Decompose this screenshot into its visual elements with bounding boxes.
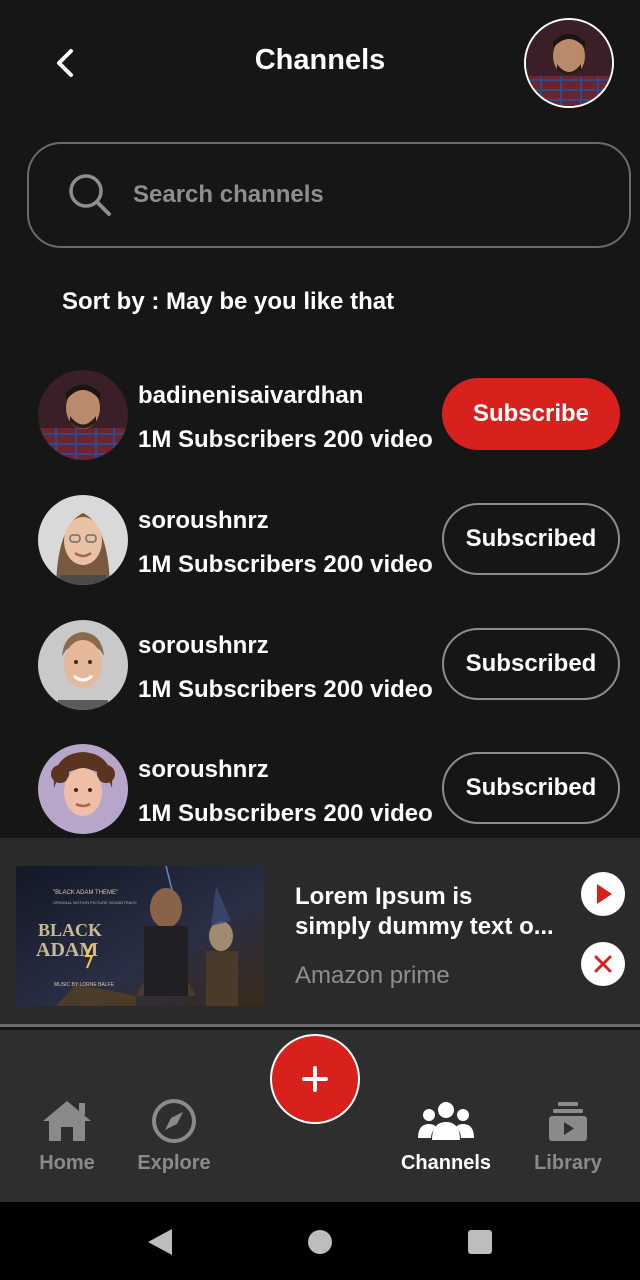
channel-row[interactable]: soroushnrz 1M Subscribers 200 video Subs… bbox=[0, 495, 640, 595]
channel-avatar[interactable] bbox=[38, 495, 128, 585]
thumb-title-1: BLACK bbox=[38, 920, 102, 940]
nav-item-library[interactable]: Library bbox=[513, 1096, 623, 1175]
search-box[interactable] bbox=[27, 142, 631, 248]
channel-name: soroushnrz bbox=[138, 507, 269, 534]
nav-item-channels[interactable]: Channels bbox=[391, 1096, 501, 1175]
search-icon bbox=[69, 174, 111, 216]
plus-icon bbox=[302, 1066, 328, 1092]
divider bbox=[0, 1024, 640, 1027]
channel-row[interactable]: soroushnrz 1M Subscribers 200 video Subs… bbox=[0, 620, 640, 720]
subscribed-button[interactable]: Subscribed bbox=[442, 628, 620, 700]
channel-avatar[interactable] bbox=[38, 620, 128, 710]
mini-player[interactable]: "BLACK ADAM THEME" ORIGINAL MOTION PICTU… bbox=[0, 838, 640, 1024]
system-back-button[interactable] bbox=[142, 1224, 178, 1260]
channel-meta: 1M Subscribers 200 video bbox=[138, 426, 433, 453]
thumb-tagline-2: ORIGINAL MOTION PICTURE SOUNDTRACK bbox=[53, 900, 137, 905]
channel-avatar[interactable] bbox=[38, 370, 128, 460]
subscribed-button[interactable]: Subscribed bbox=[442, 503, 620, 575]
subscribed-button[interactable]: Subscribed bbox=[442, 752, 620, 824]
system-recents-button[interactable] bbox=[462, 1224, 498, 1260]
mini-player-title[interactable]: Lorem Ipsum is simply dummy text o... bbox=[295, 882, 560, 942]
mini-player-thumbnail[interactable]: "BLACK ADAM THEME" ORIGINAL MOTION PICTU… bbox=[16, 866, 264, 1006]
channel-meta: 1M Subscribers 200 video bbox=[138, 800, 433, 827]
triangle-back-icon bbox=[148, 1229, 172, 1255]
compass-icon bbox=[152, 1099, 196, 1143]
system-nav-bar bbox=[0, 1202, 640, 1280]
circle-home-icon bbox=[308, 1230, 332, 1254]
people-icon bbox=[418, 1102, 474, 1140]
square-recents-icon bbox=[468, 1230, 492, 1254]
library-icon bbox=[549, 1102, 587, 1141]
profile-avatar[interactable] bbox=[524, 18, 614, 108]
channel-avatar[interactable] bbox=[38, 744, 128, 834]
play-icon bbox=[597, 884, 612, 904]
create-button[interactable] bbox=[270, 1034, 360, 1124]
nav-item-explore[interactable]: Explore bbox=[119, 1096, 229, 1175]
channel-meta: 1M Subscribers 200 video bbox=[138, 551, 433, 578]
thumb-credit: MUSIC BY LORNE BALFE bbox=[54, 982, 115, 988]
channel-name: soroushnrz bbox=[138, 756, 269, 783]
nav-item-home[interactable]: Home bbox=[12, 1096, 122, 1175]
channel-row[interactable]: badinenisaivardhan 1M Subscribers 200 vi… bbox=[0, 370, 640, 470]
home-icon bbox=[43, 1101, 91, 1141]
close-icon bbox=[594, 955, 612, 973]
sort-label: Sort by : May be you like that bbox=[62, 288, 395, 315]
search-input[interactable] bbox=[133, 181, 573, 209]
subscribe-button[interactable]: Subscribe bbox=[442, 378, 620, 450]
bottom-nav: Home Explore Channels Library bbox=[0, 1030, 640, 1202]
mini-player-subtitle: Amazon prime bbox=[295, 962, 450, 989]
channels-screen: Channels Sort by : May be you like that bbox=[0, 0, 640, 1280]
channel-name: soroushnrz bbox=[138, 632, 269, 659]
channel-meta: 1M Subscribers 200 video bbox=[138, 676, 433, 703]
channel-name: badinenisaivardhan bbox=[138, 382, 364, 409]
system-home-button[interactable] bbox=[302, 1224, 338, 1260]
channel-row[interactable]: soroushnrz 1M Subscribers 200 video Subs… bbox=[0, 744, 640, 844]
thumb-tagline: "BLACK ADAM THEME" bbox=[53, 890, 118, 896]
play-button[interactable] bbox=[581, 872, 625, 916]
close-button[interactable] bbox=[581, 942, 625, 986]
